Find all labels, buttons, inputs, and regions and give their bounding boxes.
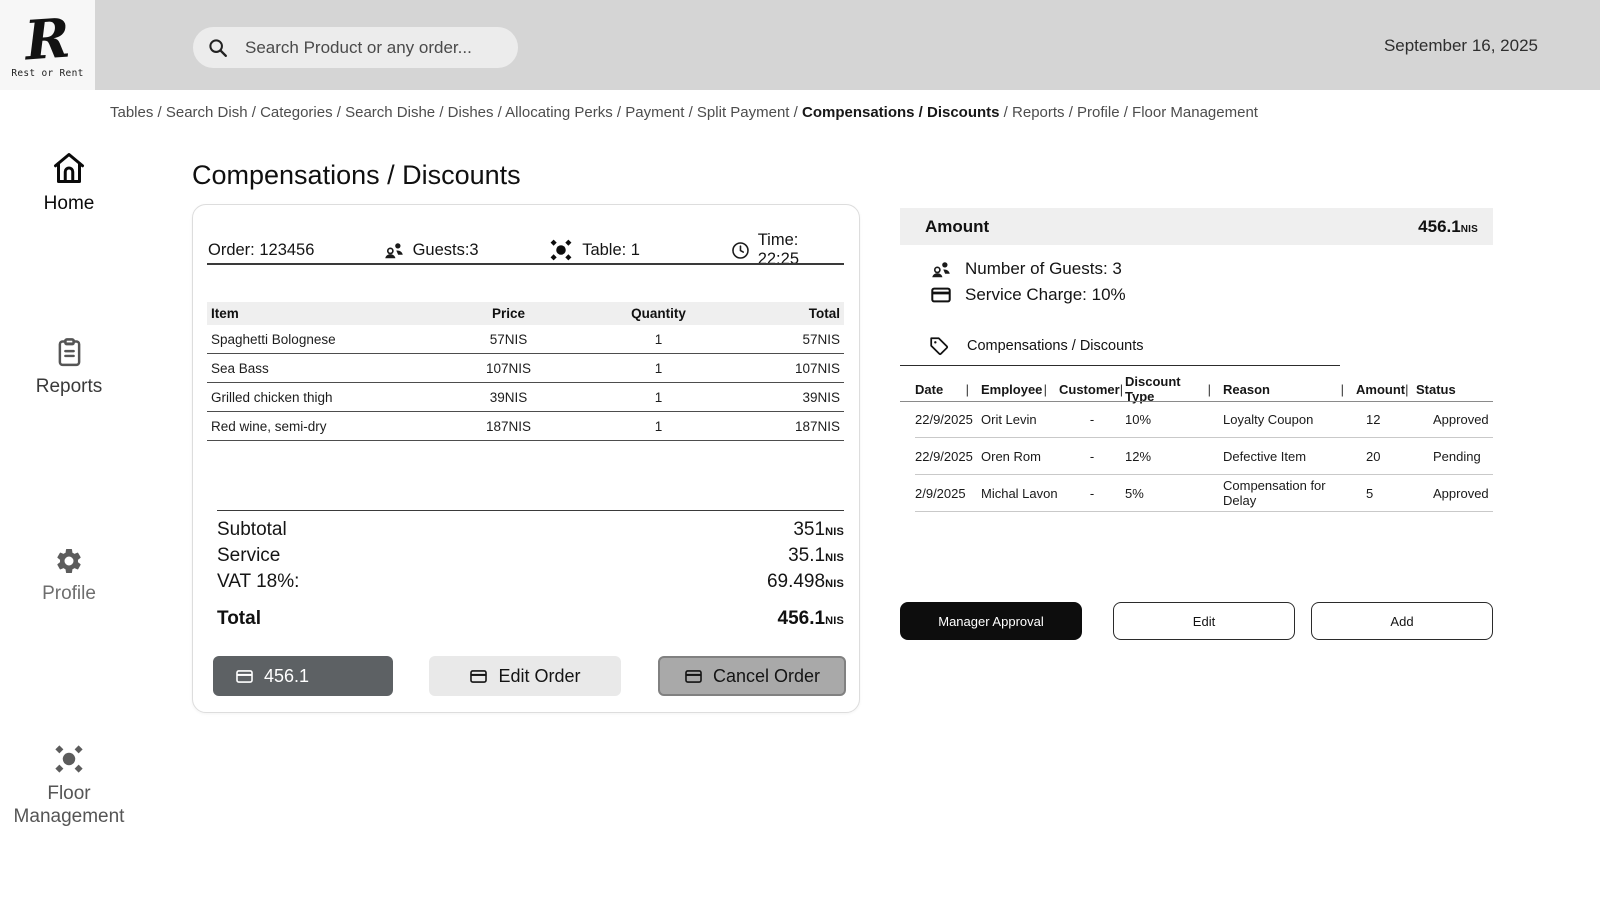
gear-icon xyxy=(54,546,84,576)
col-total: Total xyxy=(734,306,840,321)
floor-table-icon xyxy=(52,742,86,776)
breadcrumb-suffix[interactable]: / Reports / Profile / Floor Management xyxy=(1000,104,1258,121)
search-input[interactable]: Search Product or any order... xyxy=(193,27,518,68)
sidebar-item-profile[interactable]: Profile xyxy=(4,546,134,605)
service-charge-line: Service Charge: 10% xyxy=(930,284,1126,306)
sidebar-label-profile: Profile xyxy=(4,582,134,605)
breadcrumb-prefix[interactable]: Tables / Search Dish / Categories / Sear… xyxy=(110,104,802,121)
item-row[interactable]: Spaghetti Bolognese 57NIS 1 57NIS xyxy=(207,325,844,354)
item-row[interactable]: Red wine, semi-dry 187NIS 1 187NIS xyxy=(207,412,844,441)
sidebar-label-home: Home xyxy=(4,192,134,215)
order-divider-totals xyxy=(217,510,844,511)
compensations-panel: Amount 456.1NIS Number of Guests: 3 Serv… xyxy=(900,208,1493,648)
sidebar-label-floor-management: Floor Management xyxy=(4,782,134,828)
amount-value: 456.1NIS xyxy=(1418,217,1478,237)
order-divider-top xyxy=(207,263,844,265)
comp-row[interactable]: 2/9/2025 Michal Lavon - 5% Compensation … xyxy=(915,475,1493,512)
col-status: Status xyxy=(1416,382,1493,397)
compensations-section-title: Compensations / Discounts xyxy=(928,335,1144,357)
order-table: Table: 1 xyxy=(548,237,731,263)
manager-approval-button[interactable]: Manager Approval xyxy=(900,602,1082,640)
amount-label: Amount xyxy=(925,217,989,237)
total-line: Total 456.1NIS xyxy=(217,608,844,630)
order-items-table: Item Price Quantity Total Spaghetti Bolo… xyxy=(207,302,844,441)
card-icon xyxy=(235,667,254,686)
order-totals: Subtotal 351NIS Service 35.1NIS VAT 18%:… xyxy=(217,518,844,596)
order-card: Order: 123456 Guests:3 Table: 1 Time: 22… xyxy=(192,204,860,713)
item-row[interactable]: Grilled chicken thigh 39NIS 1 39NIS xyxy=(207,383,844,412)
card-icon xyxy=(469,667,488,686)
pay-amount-button[interactable]: 456.1 xyxy=(213,656,393,696)
app-screen: Search Product or any order... September… xyxy=(0,0,1600,900)
home-icon xyxy=(51,150,87,186)
vat-line: VAT 18%: 69.498NIS xyxy=(217,570,844,596)
comp-row[interactable]: 22/9/2025 Oren Rom - 12% Defective Item … xyxy=(915,438,1493,475)
top-bar: Search Product or any order... September… xyxy=(0,0,1600,90)
clock-icon xyxy=(731,241,750,260)
col-item: Item xyxy=(211,306,434,321)
breadcrumb: Tables / Search Dish / Categories / Sear… xyxy=(110,104,1258,121)
edit-order-button[interactable]: Edit Order xyxy=(429,656,621,696)
order-guests: Guests:3 xyxy=(383,239,549,261)
search-icon xyxy=(207,37,229,59)
col-employee: Employee xyxy=(981,382,1059,397)
comp-table-header: Date Employee Customer Discount Type Rea… xyxy=(915,374,1493,395)
col-amount: Amount xyxy=(1356,382,1416,397)
guests-count-line: Number of Guests: 3 xyxy=(930,258,1122,280)
col-quantity: Quantity xyxy=(584,306,734,321)
card-icon xyxy=(930,284,952,306)
items-header-row: Item Price Quantity Total xyxy=(207,302,844,325)
col-price: Price xyxy=(434,306,584,321)
sidebar-item-floor-management[interactable]: Floor Management xyxy=(4,742,134,828)
col-discount-type: Discount Type xyxy=(1125,374,1223,404)
amount-bar: Amount 456.1NIS xyxy=(900,208,1493,245)
search-placeholder: Search Product or any order... xyxy=(245,38,472,58)
col-date: Date xyxy=(915,382,981,397)
comp-row[interactable]: 22/9/2025 Orit Levin - 10% Loyalty Coupo… xyxy=(915,401,1493,438)
item-row[interactable]: Sea Bass 107NIS 1 107NIS xyxy=(207,354,844,383)
edit-compensation-button[interactable]: Edit xyxy=(1113,602,1295,640)
sidebar-label-reports: Reports xyxy=(4,375,134,398)
guests-icon xyxy=(383,239,405,261)
app-logo[interactable]: R Rest or Rent xyxy=(0,0,95,90)
cancel-order-button[interactable]: Cancel Order xyxy=(658,656,846,696)
sidebar-item-home[interactable]: Home xyxy=(4,150,134,215)
service-line: Service 35.1NIS xyxy=(217,544,844,570)
current-date: September 16, 2025 xyxy=(1384,36,1538,56)
logo-monogram: R xyxy=(23,10,72,69)
card-icon xyxy=(684,667,703,686)
guests-icon xyxy=(930,258,952,280)
table-icon xyxy=(548,237,574,263)
breadcrumb-current: Compensations / Discounts xyxy=(802,104,1000,121)
subtotal-line: Subtotal 351NIS xyxy=(217,518,844,544)
clipboard-icon xyxy=(53,336,86,369)
order-number: Order: 123456 xyxy=(208,241,383,260)
tag-icon xyxy=(928,335,950,357)
col-reason: Reason xyxy=(1223,382,1356,397)
page-title: Compensations / Discounts xyxy=(192,160,521,191)
section-underline xyxy=(900,365,1340,366)
add-compensation-button[interactable]: Add xyxy=(1311,602,1493,640)
col-customer: Customer xyxy=(1059,382,1125,397)
sidebar-item-reports[interactable]: Reports xyxy=(4,336,134,398)
